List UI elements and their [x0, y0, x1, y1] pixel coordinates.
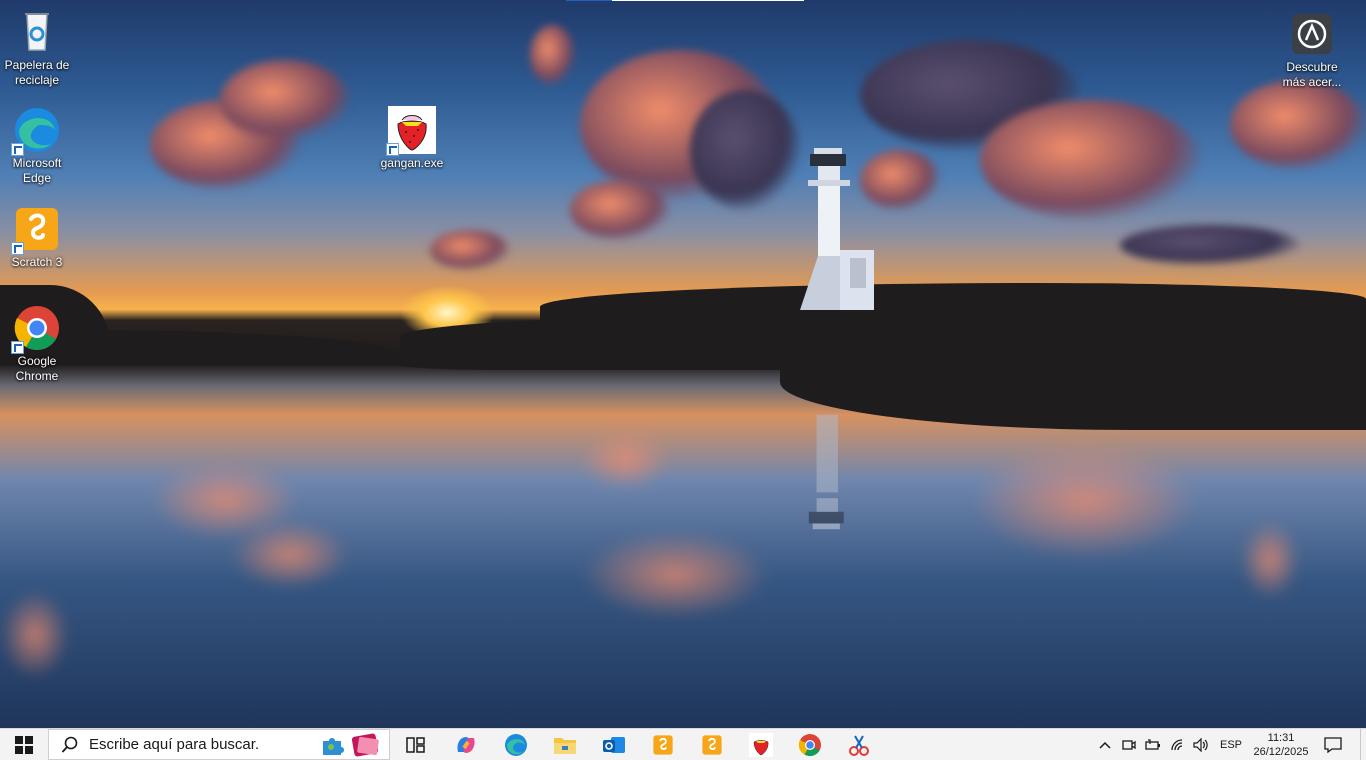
notification-icon [1324, 736, 1342, 753]
battery-icon [1145, 738, 1160, 750]
top-notification-accent [566, 0, 612, 1]
clock-time: 11:31 [1267, 732, 1295, 744]
scratch-icon [702, 734, 722, 755]
cloud-reflection [1240, 520, 1300, 600]
rock [540, 283, 1366, 323]
desktop-icon-label: gangan.exe [380, 156, 444, 170]
clock-date: 26/12/2025 [1253, 746, 1309, 758]
edge-icon [505, 733, 527, 756]
chevron-up-icon [1099, 741, 1111, 749]
search-icon [61, 736, 78, 753]
desktop-icon-label: Papelera de reciclaje [4, 58, 70, 87]
folder-icon [554, 737, 576, 754]
taskbar-scratch-2[interactable] [692, 729, 732, 760]
cloud [430, 230, 510, 270]
shortcut-arrow-icon [11, 341, 24, 354]
windows-logo-icon [15, 735, 33, 754]
edge-icon [11, 106, 61, 156]
cloud-reflection [580, 530, 770, 620]
lighthouse-reflection [808, 414, 844, 530]
cloud-reflection [580, 430, 670, 490]
chrome-icon [11, 304, 61, 354]
volume-icon [1193, 737, 1208, 752]
taskbar: Escribe aquí para buscar. ESP 11:31 26/1… [0, 728, 1366, 760]
shortcut-arrow-icon [11, 242, 24, 255]
language-indicator: ESP [1219, 738, 1242, 751]
taskbar-task-view[interactable] [397, 729, 435, 760]
outlook-icon [603, 736, 625, 753]
strawberry-icon [386, 106, 436, 156]
desktop-icon-label: Microsoft Edge [12, 156, 62, 185]
camera-icon [1122, 739, 1136, 750]
cloud [1120, 225, 1300, 265]
cloud [220, 60, 350, 140]
scratch-icon [653, 734, 673, 755]
task-view-icon [406, 736, 425, 753]
desktop-icon-scratch[interactable]: Scratch 3 [0, 205, 74, 270]
desktop-icon-gangan[interactable]: gangan.exe [375, 106, 449, 171]
taskbar-file-explorer[interactable] [545, 729, 585, 760]
tray-overflow-button[interactable] [1095, 729, 1115, 760]
desktop-icon-label: Scratch 3 [11, 255, 63, 269]
desktop-icon-chrome[interactable]: Google Chrome [0, 304, 74, 384]
taskbar-outlook[interactable] [594, 729, 634, 760]
desktop-icon-discover[interactable]: Descubre más acer... [1275, 10, 1349, 90]
cloud [980, 100, 1200, 220]
taskbar-copilot[interactable] [446, 729, 486, 760]
shortcut-arrow-icon [11, 143, 24, 156]
search-box[interactable]: Escribe aquí para buscar. [48, 729, 390, 760]
start-button[interactable] [0, 729, 48, 760]
tray-battery[interactable] [1142, 729, 1164, 760]
tray-volume[interactable] [1190, 729, 1212, 760]
scratch-icon [11, 205, 61, 255]
strawberry-icon [749, 732, 773, 757]
search-placeholder: Escribe aquí para buscar. [89, 736, 260, 753]
snipping-tool-icon [849, 734, 869, 756]
desktop-wallpaper: Papelera de reciclaje Microsoft Edge Scr… [0, 0, 1366, 728]
tray-meet-now[interactable] [1119, 729, 1139, 760]
shortcut-arrow-icon [386, 143, 399, 156]
chrome-icon [798, 733, 821, 756]
cloud [690, 90, 800, 210]
search-highlight-image-icon [351, 733, 379, 757]
taskbar-snipping-tool[interactable] [839, 729, 879, 760]
taskbar-gangan[interactable] [741, 729, 781, 760]
desktop-icon-label: Descubre más acer... [1282, 60, 1342, 89]
taskbar-chrome[interactable] [790, 729, 830, 760]
puzzle-highlight-icon [323, 738, 344, 755]
cloud-reflection [970, 440, 1200, 560]
recycle-bin-icon [13, 8, 61, 56]
tray-language[interactable]: ESP [1216, 729, 1246, 760]
tray-wifi[interactable] [1167, 729, 1189, 760]
cloud [1230, 80, 1366, 170]
desktop-icon-edge[interactable]: Microsoft Edge [0, 106, 74, 186]
show-desktop-button[interactable] [1360, 729, 1366, 760]
cloud-reflection [0, 590, 70, 680]
wifi-icon [1171, 738, 1183, 750]
taskbar-scratch[interactable] [643, 729, 683, 760]
taskbar-edge[interactable] [496, 729, 536, 760]
tray-clock[interactable]: 11:31 26/12/2025 [1252, 731, 1310, 759]
cloud-reflection [230, 520, 350, 590]
action-center-button[interactable] [1318, 729, 1348, 760]
desktop-icon-label: Google Chrome [15, 354, 59, 383]
copilot-icon [457, 736, 475, 753]
cloud [530, 25, 575, 85]
cloud [570, 180, 670, 240]
discover-icon [1288, 10, 1336, 58]
desktop-icon-recycle-bin[interactable]: Papelera de reciclaje [0, 8, 74, 88]
lighthouse [800, 148, 874, 310]
